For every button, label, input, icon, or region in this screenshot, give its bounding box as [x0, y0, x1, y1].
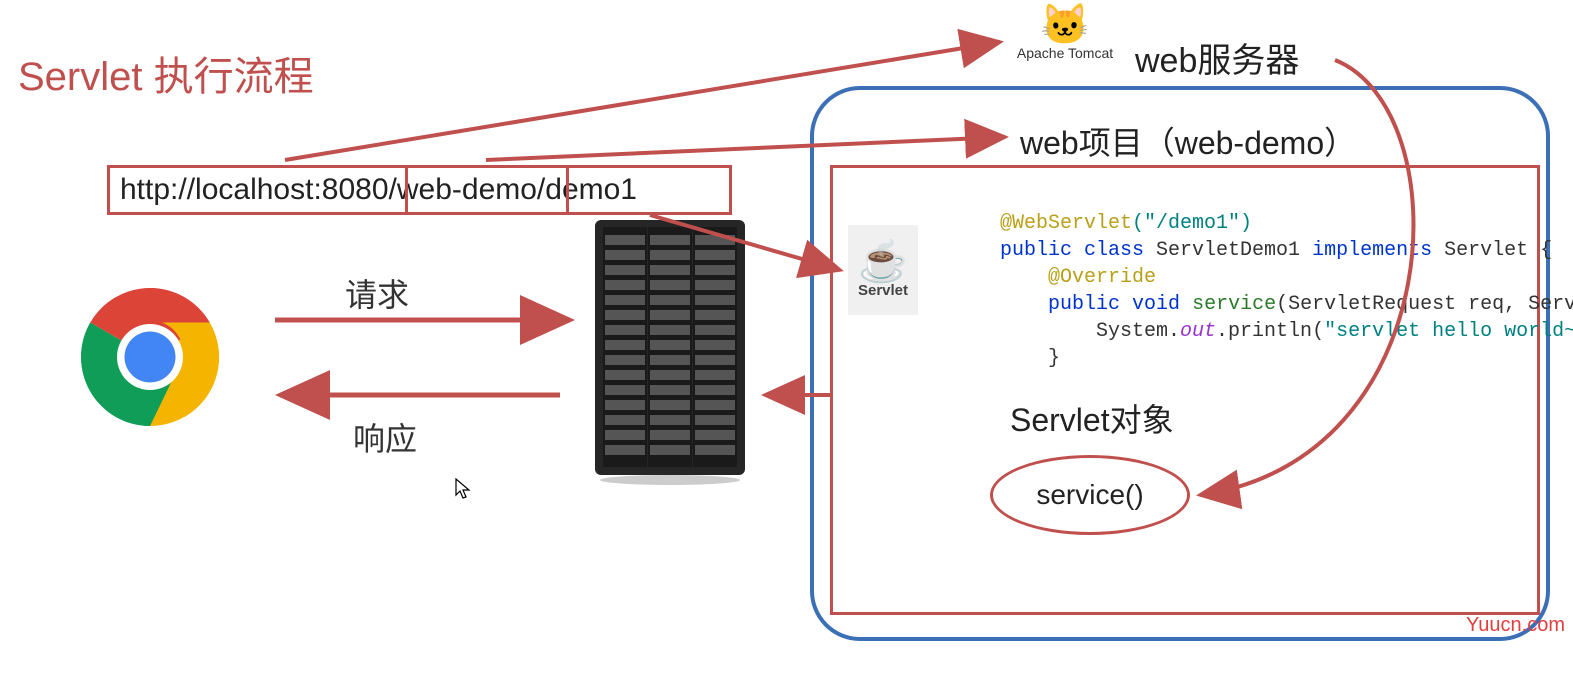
- mouse-cursor-icon: [455, 478, 471, 506]
- server-rack-icon: [585, 215, 755, 485]
- tomcat-cat-icon: 🐱: [1010, 5, 1120, 45]
- webserver-label: web服务器: [1135, 33, 1299, 82]
- servlet-object-label: Servlet对象: [1010, 395, 1174, 441]
- tomcat-text: Apache Tomcat: [1010, 45, 1120, 61]
- watermark-text: Yuucn.com: [1466, 614, 1565, 637]
- chrome-browser-icon: [75, 282, 225, 432]
- java-cup-icon: ☕: [858, 242, 908, 282]
- url-text: http://localhost:8080/web-demo/demo1: [120, 173, 637, 207]
- tomcat-logo: 🐱 Apache Tomcat: [1010, 5, 1120, 61]
- service-method-text: service(): [1036, 479, 1143, 511]
- webproject-label: web项目（web-demo）: [1020, 118, 1356, 164]
- request-label: 请求: [345, 270, 409, 316]
- response-label: 响应: [353, 414, 417, 460]
- diagram-title: Servlet 执行流程: [18, 44, 314, 102]
- servlet-java-icon: ☕ Servlet: [848, 225, 918, 315]
- service-method-ellipse: service(): [990, 455, 1190, 535]
- url-separator-1: [405, 165, 408, 215]
- url-separator-2: [566, 165, 569, 215]
- servlet-code: @WebServlet("/demo1") public class Servl…: [1000, 210, 1573, 372]
- servlet-icon-text: Servlet: [858, 282, 908, 299]
- url-box: http://localhost:8080/web-demo/demo1: [107, 165, 732, 215]
